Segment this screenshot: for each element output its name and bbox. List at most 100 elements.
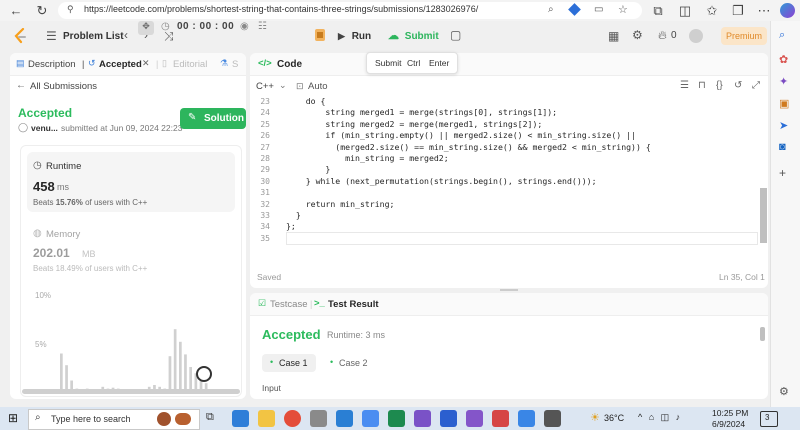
all-submissions-link[interactable]: All Submissions: [30, 81, 97, 92]
back-icon[interactable]: ←: [8, 3, 24, 19]
submit-button[interactable]: ☁ Submit: [384, 25, 442, 47]
taskbar-brave-icon[interactable]: [492, 410, 509, 427]
horizontal-scrollbar[interactable]: [22, 389, 240, 394]
taskbar-vscode-icon[interactable]: [336, 410, 353, 427]
taskbar-word-icon[interactable]: [518, 410, 535, 427]
settings-gear-icon[interactable]: ⚙: [632, 28, 643, 42]
prev-problem-icon[interactable]: ‹: [124, 28, 128, 42]
timer-settings-icon[interactable]: ☷: [258, 21, 267, 32]
layout-icon[interactable]: ▦: [608, 29, 619, 43]
premium-button[interactable]: Premium: [721, 27, 767, 45]
leetcode-logo-icon[interactable]: [14, 27, 27, 44]
extension-icon[interactable]: [568, 3, 581, 16]
tab-test-result[interactable]: Test Result: [328, 299, 379, 310]
streak-fire-icon[interactable]: 🔥︎: [658, 28, 667, 43]
taskbar-app3-icon[interactable]: [544, 410, 561, 427]
code-line[interactable]: (merged2.size() == min_string.size() && …: [286, 142, 756, 153]
case-2-tab[interactable]: • Case 2: [326, 354, 380, 372]
tab-editorial[interactable]: Editorial: [173, 59, 207, 70]
timer[interactable]: 00 : 00 : 00: [177, 21, 234, 32]
sidebar-telegram-icon[interactable]: ➤: [779, 119, 788, 132]
more-icon[interactable]: ⋯: [756, 3, 772, 19]
tab-testcase[interactable]: Testcase: [270, 299, 308, 310]
code-line[interactable]: do {: [286, 96, 756, 107]
code-line[interactable]: min_string = merged2;: [286, 153, 756, 164]
taskbar-calculator-icon[interactable]: [388, 410, 405, 427]
code-line[interactable]: [286, 187, 756, 198]
auto-mode[interactable]: Auto: [308, 81, 328, 92]
code-line[interactable]: return min_string;: [286, 199, 756, 210]
taskbar-search[interactable]: ⌕ Type here to search: [28, 409, 200, 430]
chevron-down-icon[interactable]: ⌄: [279, 80, 287, 91]
sidebar-settings-icon[interactable]: ⚙: [779, 385, 789, 398]
avatar[interactable]: [689, 29, 703, 43]
windows-start-icon[interactable]: ⊞: [8, 411, 18, 425]
case-1-tab[interactable]: • Case 1: [262, 354, 316, 372]
taskbar-app-icon[interactable]: [310, 410, 327, 427]
sidebar-shopping-icon[interactable]: ✿: [779, 53, 788, 66]
taskbar-settings-icon[interactable]: [440, 410, 457, 427]
read-aloud-icon[interactable]: ▭: [594, 4, 603, 15]
drag-handle-icon[interactable]: ✥: [138, 21, 154, 35]
resize-handle[interactable]: [500, 289, 518, 291]
code-line[interactable]: };: [286, 221, 756, 232]
sidebar-outlook-icon[interactable]: ◙: [779, 141, 786, 153]
bookmark-icon[interactable]: ⊓: [698, 80, 706, 91]
sidebar-search-icon[interactable]: ⌕: [779, 29, 785, 42]
format-icon[interactable]: ☰: [680, 80, 689, 91]
code-line[interactable]: }: [286, 210, 756, 221]
code-line[interactable]: } while (next_permutation(strings.begin(…: [286, 176, 756, 187]
run-button[interactable]: ▶ Run: [332, 25, 380, 47]
fullscreen-icon[interactable]: ⤢: [752, 80, 760, 91]
language-select[interactable]: C++: [256, 81, 274, 92]
vertical-scrollbar[interactable]: [760, 188, 767, 243]
braces-icon[interactable]: {}: [716, 80, 723, 91]
clock-date[interactable]: 6/9/2024: [712, 419, 745, 429]
extensions-icon[interactable]: ⧉: [650, 3, 666, 19]
taskbar-chrome-icon[interactable]: [284, 410, 301, 427]
debug-icon[interactable]: [312, 27, 328, 43]
taskbar-edge-icon[interactable]: [232, 410, 249, 427]
taskbar-explorer-icon[interactable]: [258, 410, 275, 427]
weather-temp[interactable]: 36°C: [604, 413, 624, 423]
code-line[interactable]: if (min_string.empty() || merged2.size()…: [286, 130, 756, 141]
problem-list-link[interactable]: Problem List: [63, 31, 124, 42]
collections-icon[interactable]: ❐: [730, 3, 746, 19]
site-info-icon[interactable]: ⚲: [67, 4, 74, 15]
clock-time[interactable]: 10:25 PM: [712, 408, 748, 418]
favorites-icon[interactable]: ✩: [704, 3, 720, 19]
sidebar-tools-icon[interactable]: ✦: [779, 75, 788, 88]
code-line[interactable]: string merged2 = merge(merged1, strings[…: [286, 119, 756, 130]
notification-icon[interactable]: 3: [760, 411, 778, 427]
code-area[interactable]: do { string merged1 = merge(strings[0], …: [286, 96, 756, 246]
tab-accepted[interactable]: Accepted: [99, 59, 142, 70]
username[interactable]: venu...: [31, 123, 58, 133]
code-line[interactable]: string merged1 = merge(strings[0], strin…: [286, 107, 756, 118]
sidebar-add-icon[interactable]: +: [779, 166, 786, 180]
zoom-icon[interactable]: ⌕: [548, 4, 554, 15]
timer-hide-icon[interactable]: ◉: [240, 21, 249, 32]
taskbar-app2-icon[interactable]: [466, 410, 483, 427]
code-line[interactable]: }: [286, 164, 756, 175]
reset-icon[interactable]: ↺: [734, 80, 742, 91]
problem-list-icon[interactable]: ☰: [46, 29, 57, 43]
result-scrollbar[interactable]: [760, 327, 765, 341]
split-screen-icon[interactable]: ◫: [677, 3, 693, 19]
solution-button[interactable]: ✎ Solution: [180, 108, 246, 129]
copilot-icon[interactable]: [780, 3, 795, 18]
address-bar[interactable]: ⚲ https://leetcode.com/problems/shortest…: [58, 2, 642, 19]
favorite-star-icon[interactable]: ☆: [618, 3, 628, 16]
close-tab-icon[interactable]: ✕: [142, 58, 150, 69]
tab-description[interactable]: Description: [28, 59, 76, 70]
taskbar-teams-icon[interactable]: [414, 410, 431, 427]
refresh-icon[interactable]: ↻: [34, 3, 50, 19]
memory-card[interactable]: ◍ Memory 202.01 MB Beats 18.49% of users…: [27, 222, 235, 282]
tray-icons[interactable]: ^ ⌂ ◫ ♪: [638, 412, 682, 423]
notes-icon[interactable]: ▢: [450, 28, 461, 42]
runtime-card[interactable]: ◷ Runtime 458 ms Beats 15.76% of users w…: [27, 152, 235, 212]
taskbar-photos-icon[interactable]: [362, 410, 379, 427]
back-arrow-icon[interactable]: ←: [16, 80, 26, 91]
sidebar-games-icon[interactable]: ▣: [779, 97, 789, 110]
task-view-icon[interactable]: ⧉: [206, 411, 214, 424]
tab-solutions[interactable]: S: [232, 59, 238, 70]
